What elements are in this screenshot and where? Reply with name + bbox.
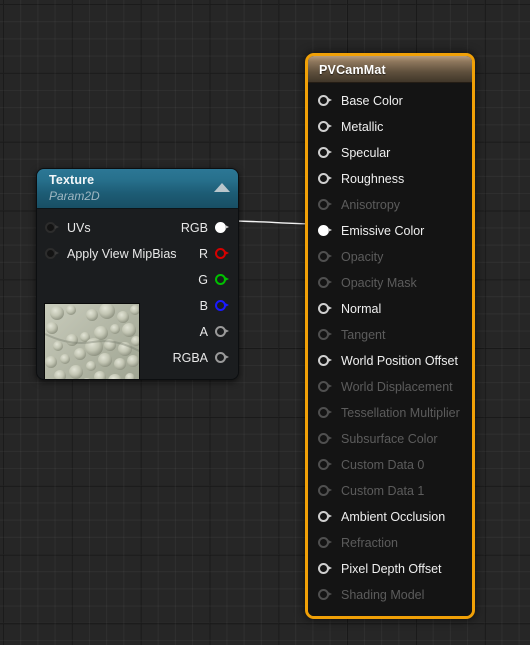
output-pin-row-a[interactable]: A [200,319,230,345]
node-pvcammat[interactable]: PVCamMat Base Color Metallic Specular Ro… [305,53,475,619]
input-pin-label-uvs: UVs [67,221,91,235]
material-graph-canvas[interactable]: Texture Param2D UVs RGB Apply View MipBi… [0,0,530,645]
input-pin-label-world-displacement: World Displacement [341,380,453,394]
output-pin-r[interactable] [215,247,230,261]
input-pin-label-opacity: Opacity [341,250,384,264]
input-pin-label-custom-data-0: Custom Data 0 [341,458,425,472]
input-pin-tangent[interactable] [318,328,333,342]
pin-row-world-displacement[interactable]: World Displacement [308,374,472,400]
input-pin-pixel-depth-offset[interactable] [318,562,333,576]
pin-row-opacity-mask[interactable]: Opacity Mask [308,270,472,296]
pin-row-refraction[interactable]: Refraction [308,530,472,556]
texture-node-title: Texture [49,173,95,187]
input-pin-anisotropy[interactable] [318,198,333,212]
output-pin-row-rgb[interactable]: RGB [181,215,230,241]
output-pin-row-b[interactable]: B [200,293,230,319]
output-pin-label-rgb: RGB [180,221,208,235]
output-pin-rgba[interactable] [215,351,230,365]
pin-row-anisotropy[interactable]: Anisotropy [308,192,472,218]
input-pin-base-color[interactable] [318,94,333,108]
pin-row-pixel-depth-offset[interactable]: Pixel Depth Offset [308,556,472,582]
texture-node-subtitle: Param2D [49,189,100,203]
input-pin-label-refraction: Refraction [341,536,398,550]
material-node-titlebar[interactable]: PVCamMat [308,56,472,83]
input-pin-label-custom-data-1: Custom Data 1 [341,484,425,498]
pin-row-custom-data-1[interactable]: Custom Data 1 [308,478,472,504]
input-pin-label-emissive-color: Emissive Color [341,224,425,238]
input-pin-label-anisotropy: Anisotropy [341,198,401,212]
input-pin-custom-data-1[interactable] [318,484,333,498]
input-pin-normal[interactable] [318,302,333,316]
output-pin-row-r[interactable]: R [199,241,230,267]
triangle-up-icon[interactable] [214,183,230,192]
input-pin-label-roughness: Roughness [341,172,405,186]
output-pin-label-a: A [199,325,208,339]
input-pin-subsurface-color[interactable] [318,432,333,446]
input-pin-world-displacement[interactable] [318,380,333,394]
texture-preview-thumbnail[interactable] [44,303,140,379]
output-pin-label-r: R [198,247,208,261]
input-pin-label-tessellation-multiplier: Tessellation Multiplier [341,406,460,420]
input-pin-tessellation-multiplier[interactable] [318,406,333,420]
pin-row-roughness[interactable]: Roughness [308,166,472,192]
input-pin-emissive-color[interactable] [318,224,333,238]
pin-row-normal[interactable]: Normal [308,296,472,322]
material-node-body: Base Color Metallic Specular Roughness A… [308,83,472,616]
input-pin-refraction[interactable] [318,536,333,550]
pin-row-shading-model[interactable]: Shading Model [308,582,472,608]
texture-preview-image [45,304,139,379]
pin-row-apply-view-mipbias[interactable]: Apply View MipBias R [37,241,238,267]
node-texture-param2d[interactable]: Texture Param2D UVs RGB Apply View MipBi… [36,168,239,380]
input-pin-roughness[interactable] [318,172,333,186]
input-pin-world-position-offset[interactable] [318,354,333,368]
pin-row-metallic[interactable]: Metallic [308,114,472,140]
pin-row-tangent[interactable]: Tangent [308,322,472,348]
input-pin-label-shading-model: Shading Model [341,588,425,602]
input-pin-label-base-color: Base Color [341,94,403,108]
material-node-title: PVCamMat [319,63,386,77]
input-pin-label-metallic: Metallic [341,120,384,134]
pin-row-emissive-color[interactable]: Emissive Color [308,218,472,244]
pin-row-opacity[interactable]: Opacity [308,244,472,270]
input-pin-opacity-mask[interactable] [318,276,333,290]
input-pin-opacity[interactable] [318,250,333,264]
output-pin-label-g: G [198,273,208,287]
input-pin-specular[interactable] [318,146,333,160]
pin-row-tessellation-multiplier[interactable]: Tessellation Multiplier [308,400,472,426]
input-pin-label-specular: Specular [341,146,391,160]
input-pin-shading-model[interactable] [318,588,333,602]
texture-node-body: UVs RGB Apply View MipBias R G B A RGBA [37,209,238,379]
input-pin-label-tangent: Tangent [341,328,386,342]
pin-row-custom-data-0[interactable]: Custom Data 0 [308,452,472,478]
pin-row-specular[interactable]: Specular [308,140,472,166]
input-pin-label-subsurface-color: Subsurface Color [341,432,438,446]
pin-row-ambient-occlusion[interactable]: Ambient Occlusion [308,504,472,530]
pin-row-base-color[interactable]: Base Color [308,88,472,114]
input-pin-custom-data-0[interactable] [318,458,333,472]
input-pin-label-pixel-depth-offset: Pixel Depth Offset [341,562,442,576]
input-pin-label-ambient-occlusion: Ambient Occlusion [341,510,446,524]
output-pin-row-g[interactable]: G [198,267,230,293]
pin-row-uvs[interactable]: UVs RGB [37,215,238,241]
input-pin-ambient-occlusion[interactable] [318,510,333,524]
input-pin-label-normal: Normal [341,302,382,316]
input-pin-label-world-position-offset: World Position Offset [341,354,458,368]
input-pin-apply-view-mipbias[interactable] [45,247,60,261]
output-pin-rgb[interactable] [215,221,230,235]
pin-row-subsurface-color[interactable]: Subsurface Color [308,426,472,452]
output-pin-b[interactable] [215,299,230,313]
input-pin-metallic[interactable] [318,120,333,134]
pin-row-world-position-offset[interactable]: World Position Offset [308,348,472,374]
output-pin-g[interactable] [215,273,230,287]
input-pin-label-apply-view-mipbias: Apply View MipBias [67,247,177,261]
input-pin-label-opacity-mask: Opacity Mask [341,276,417,290]
output-pin-a[interactable] [215,325,230,339]
output-pin-label-rgba: RGBA [172,351,208,365]
output-pin-label-b: B [199,299,208,313]
pin-row-g[interactable]: G [37,267,238,293]
texture-node-titlebar[interactable]: Texture Param2D [37,169,238,209]
input-pin-uvs[interactable] [45,221,60,235]
output-pin-row-rgba[interactable]: RGBA [173,345,230,371]
